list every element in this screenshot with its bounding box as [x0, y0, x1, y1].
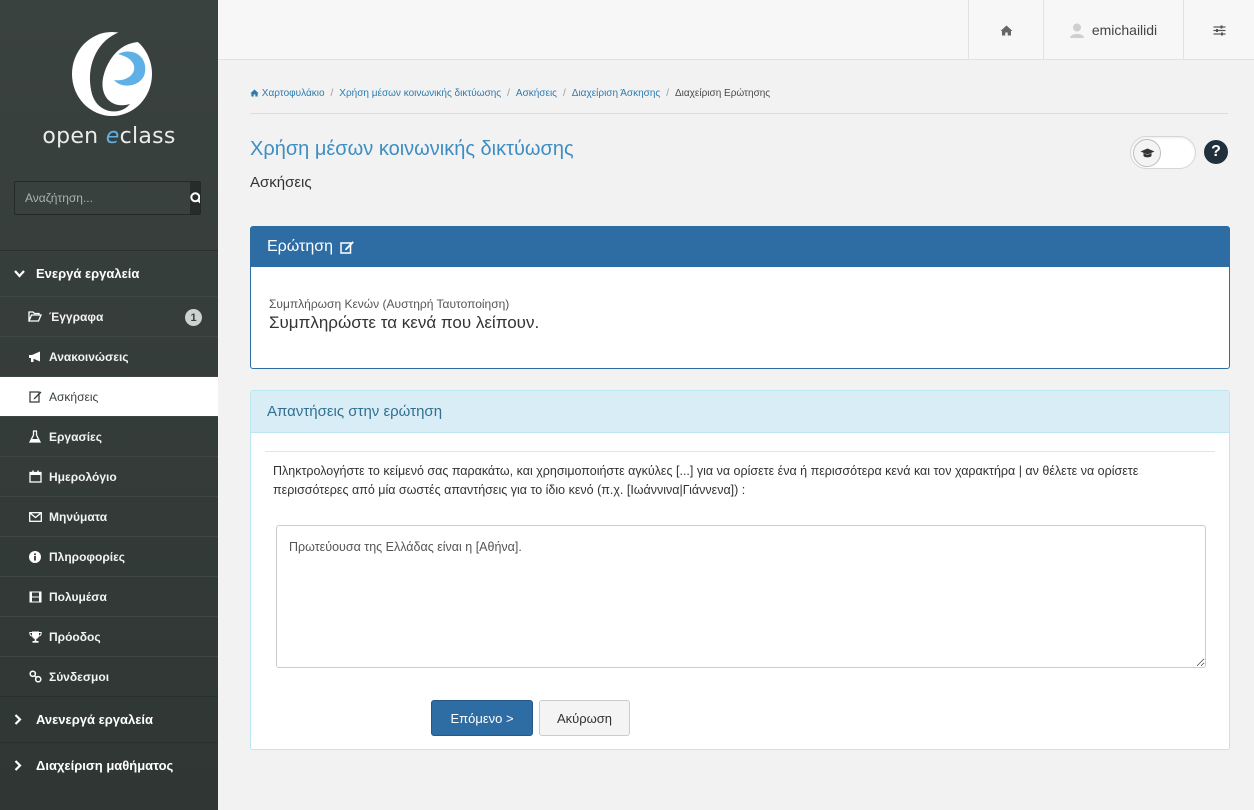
logo-text: open eclass [42, 124, 176, 149]
home-icon [1000, 25, 1012, 35]
sidebar-item-label: Πληροφορίες [49, 549, 126, 564]
sidebar-item-label: Πολυμέσα [49, 589, 107, 604]
settings-button[interactable] [1183, 0, 1254, 60]
sidebar-item-exercises[interactable]: Ασκήσεις [0, 376, 218, 416]
page-subtitle: Ασκήσεις [250, 174, 312, 191]
active-tools-label: Ενεργά εργαλεία [36, 266, 140, 281]
username: emichailidi [1091, 22, 1158, 38]
breadcrumb-portfolio[interactable]: Χαρτοφυλάκιο [262, 88, 325, 99]
answer-textarea[interactable]: Πρωτεύουσα της Ελλάδας είναι η [Αθήνα]. [276, 525, 1206, 668]
chevron-right-icon [14, 714, 22, 725]
calendar-icon [27, 470, 43, 483]
answers-panel-header: Απαντήσεις στην ερώτηση [251, 391, 1229, 433]
main-content: Χαρτοφυλάκιο / Χρήση μέσων κοινωνικής δικτ… [218, 60, 1254, 810]
edit-icon [27, 390, 43, 403]
search-button[interactable] [190, 182, 200, 214]
help-icon[interactable]: ? [1204, 140, 1228, 164]
breadcrumb-current: Διαχείριση Ερώτησης [675, 88, 771, 99]
question-text: Συμπληρώστε τα κενά που λείπουν. [269, 313, 540, 332]
envelope-icon [27, 511, 43, 522]
next-button[interactable]: Επόμενο > [431, 700, 533, 736]
course-admin-section[interactable]: Διαχείριση μαθήματος [0, 742, 218, 788]
trophy-icon [27, 631, 43, 643]
home-button[interactable] [968, 0, 1043, 60]
inactive-tools-section[interactable]: Ανενεργά εργαλεία [0, 696, 218, 742]
breadcrumb-exercises[interactable]: Ασκήσεις [516, 88, 557, 99]
film-icon [27, 591, 43, 603]
question-panel-header: Ερώτηση [251, 227, 1229, 267]
active-tools-section[interactable]: Ενεργά εργαλεία [0, 250, 218, 296]
edit-question-icon[interactable] [340, 240, 355, 254]
answer-instructions: Πληκτρολογήστε το κείμενό σας παρακάτω, … [273, 464, 1139, 497]
sidebar-item-announcements[interactable]: Ανακοινώσεις [0, 336, 218, 376]
bullhorn-icon [27, 351, 43, 363]
question-type: Συμπλήρωση Κενών (Αυστηρή Ταυτοποίηση) [269, 297, 510, 311]
course-admin-label: Διαχείριση μαθήματος [36, 758, 174, 773]
info-icon [27, 550, 43, 563]
search-icon [190, 191, 200, 204]
sidebar-item-assignments[interactable]: Εργασίες [0, 416, 218, 456]
breadcrumb-exercise-admin[interactable]: Διαχείριση Άσκησης [572, 88, 660, 99]
search-input[interactable] [15, 182, 190, 214]
breadcrumb: Χαρτοφυλάκιο / Χρήση μέσων κοινωνικής δικτ… [250, 88, 1228, 114]
chevron-down-icon [14, 269, 25, 278]
question-panel-title: Ερώτηση [267, 238, 334, 255]
documents-badge: 1 [185, 309, 202, 326]
course-title[interactable]: Χρήση μέσων κοινωνικής δικτύωσης [250, 138, 574, 161]
sidebar-item-links[interactable]: Σύνδεσμοι [0, 656, 218, 696]
user-avatar-icon [1069, 23, 1084, 38]
cancel-button[interactable]: Ακύρωση [539, 700, 630, 736]
sidebar-item-information[interactable]: Πληροφορίες [0, 536, 218, 576]
topbar: emichailidi [218, 0, 1254, 60]
sidebar-item-label: Έγγραφα [49, 309, 104, 324]
sidebar-item-label: Ανακοινώσεις [49, 349, 129, 364]
flask-icon [27, 430, 43, 443]
sidebar-item-label: Εργασίες [49, 429, 102, 444]
open-eclass-logo-icon[interactable] [70, 24, 154, 118]
breadcrumb-course[interactable]: Χρήση μέσων κοινωνικής δικτύωσης [339, 88, 501, 99]
home-icon [250, 89, 259, 97]
user-menu[interactable]: emichailidi [1043, 0, 1183, 60]
answers-panel: Απαντήσεις στην ερώτηση Πληκτρολογήστε τ… [250, 390, 1230, 750]
inactive-tools-label: Ανενεργά εργαλεία [36, 712, 154, 727]
sidebar-item-label: Σύνδεσμοι [49, 669, 110, 684]
sidebar-search [14, 181, 201, 215]
link-icon [27, 670, 43, 683]
question-panel: Ερώτηση Συμπλήρωση Κενών (Αυστηρή Ταυτοπ… [250, 226, 1230, 369]
sidebar-item-multimedia[interactable]: Πολυμέσα [0, 576, 218, 616]
chevron-right-icon [14, 760, 22, 771]
divider [265, 451, 1215, 452]
sidebar-header: open eclass [0, 0, 218, 250]
graduation-cap-icon [1140, 148, 1154, 157]
sidebar-item-progress[interactable]: Πρόοδος [0, 616, 218, 656]
sidebar-item-label: Μηνύματα [49, 509, 108, 524]
folder-open-icon [27, 311, 43, 322]
sidebar-item-messages[interactable]: Μηνύματα [0, 496, 218, 536]
student-view-toggle[interactable] [1130, 136, 1196, 169]
sliders-icon [1213, 25, 1225, 35]
sidebar-item-label: Ημερολόγιο [49, 469, 117, 484]
sidebar: open eclass Ενεργά εργαλεία Έγγραφα 1 Αν… [0, 0, 218, 810]
sidebar-item-documents[interactable]: Έγγραφα 1 [0, 296, 218, 336]
sidebar-item-label: Πρόοδος [49, 629, 101, 644]
sidebar-item-calendar[interactable]: Ημερολόγιο [0, 456, 218, 496]
sidebar-item-label: Ασκήσεις [49, 389, 99, 404]
